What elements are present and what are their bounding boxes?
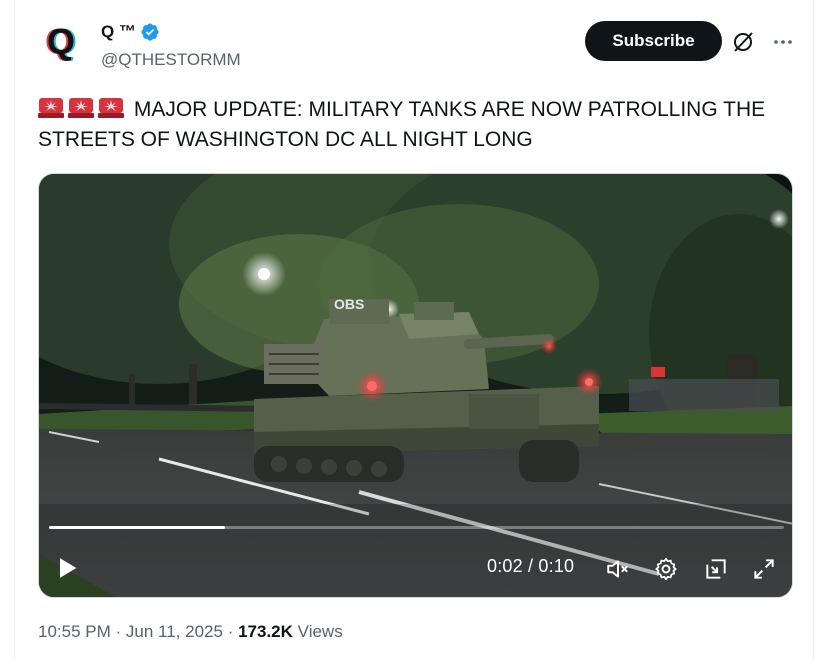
- avatar[interactable]: Q: [39, 20, 83, 64]
- meta-separator: ·: [115, 622, 122, 641]
- tweet-time[interactable]: 10:55 PM: [38, 622, 111, 641]
- author-handle[interactable]: @QTHESTORMM: [101, 50, 241, 70]
- meta-separator: ·: [227, 622, 234, 641]
- siren-emoji-1: [38, 97, 64, 119]
- author-name-row[interactable]: Q ™: [101, 22, 160, 42]
- settings-gear-icon[interactable]: [653, 556, 679, 582]
- play-icon[interactable]: [53, 554, 81, 582]
- tweet-card: Q Q ™ @QTHESTORMM Subscribe MAJOR UPDATE…: [14, 0, 814, 660]
- views-count[interactable]: 173.2K: [238, 622, 293, 641]
- tweet-body-text: MAJOR UPDATE: MILITARY TANKS ARE NOW PAT…: [38, 98, 766, 151]
- fullscreen-icon[interactable]: [751, 556, 777, 582]
- tank-marking: OBS: [334, 296, 364, 312]
- picture-in-picture-icon[interactable]: [703, 556, 729, 582]
- video-player[interactable]: OBS 0:02 / 0:10: [38, 173, 793, 598]
- video-frame-image: OBS: [39, 174, 792, 597]
- avatar-letter: Q: [46, 21, 75, 62]
- grok-slash-icon[interactable]: [731, 30, 755, 54]
- siren-emoji-2: [68, 97, 94, 119]
- siren-emoji-3: [98, 97, 124, 119]
- video-progress-fill: [49, 526, 226, 529]
- display-name[interactable]: Q ™: [101, 22, 136, 42]
- video-progress-bar[interactable]: [49, 526, 784, 529]
- tweet-date[interactable]: Jun 11, 2025: [126, 622, 223, 641]
- siren-icon: [68, 98, 94, 118]
- video-time-display: 0:02 / 0:10: [487, 556, 575, 576]
- mute-icon[interactable]: [605, 556, 631, 582]
- siren-icon: [38, 98, 64, 118]
- views-label: Views: [297, 622, 343, 641]
- subscribe-button[interactable]: Subscribe: [585, 21, 722, 61]
- tweet-text: MAJOR UPDATE: MILITARY TANKS ARE NOW PAT…: [38, 95, 808, 155]
- tweet-meta: 10:55 PM · Jun 11, 2025 · 173.2K Views: [38, 622, 343, 642]
- verified-badge-icon: [141, 23, 159, 41]
- more-dots-icon[interactable]: [771, 30, 795, 54]
- siren-icon: [98, 98, 124, 118]
